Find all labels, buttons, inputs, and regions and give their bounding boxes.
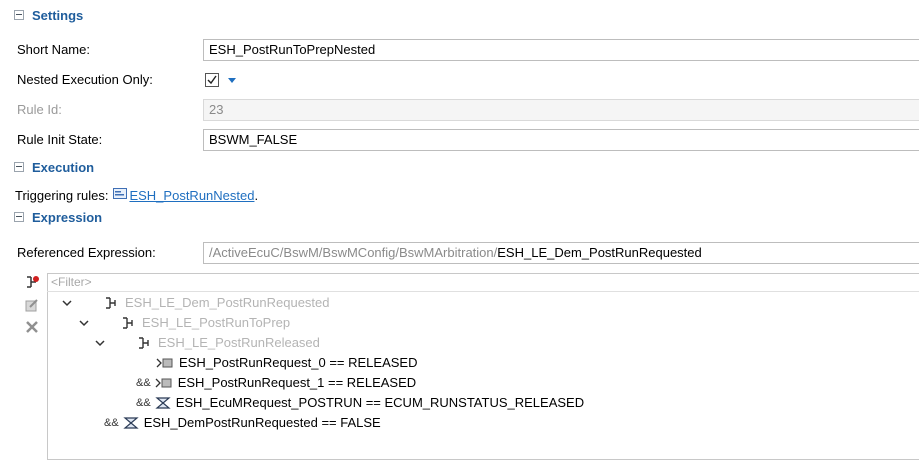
chevron-down-icon[interactable] <box>228 78 236 83</box>
rule-icon <box>113 186 128 206</box>
nested-execution-label: Nested Execution Only: <box>17 72 153 87</box>
tree-node[interactable]: ESH_LE_Dem_PostRunRequested <box>62 293 330 313</box>
settings-section-title: Settings <box>32 7 84 23</box>
tree-leaf-label: ESH_PostRunRequest_0 == RELEASED <box>179 355 418 370</box>
tree-node-label: ESH_LE_PostRunReleased <box>158 335 320 350</box>
chevron-down-icon <box>62 300 72 307</box>
delete-icon[interactable] <box>24 319 40 335</box>
chevron-down-icon <box>79 320 89 327</box>
short-name-field[interactable]: ESH_PostRunToPrepNested <box>203 39 919 61</box>
short-name-label: Short Name: <box>17 42 90 57</box>
ecum-condition-icon <box>155 397 171 409</box>
tree-leaf[interactable]: && ESH_EcuMRequest_POSTRUN == ECUM_RUNST… <box>136 393 584 413</box>
add-expression-icon[interactable] <box>24 274 40 290</box>
tree-leaf-label: ESH_PostRunRequest_1 == RELEASED <box>177 375 417 390</box>
rule-init-state-field[interactable]: BSWM_FALSE <box>203 129 919 151</box>
execution-section-title: Execution <box>32 159 95 175</box>
nested-execution-checkbox[interactable] <box>205 73 219 87</box>
tree-filter-input[interactable]: <Filter> <box>47 273 919 292</box>
tree-leaf[interactable]: ESH_PostRunRequest_0 == RELEASED <box>156 353 417 373</box>
tree-node-label: ESH_LE_PostRunToPrep <box>142 315 291 330</box>
mode-condition-icon <box>155 378 172 388</box>
collapse-icon[interactable] <box>14 212 24 222</box>
expression-section-title: Expression <box>32 209 103 225</box>
tree-leaf[interactable]: && ESH_DemPostRunRequested == FALSE <box>104 413 381 433</box>
tree-node[interactable]: ESH_LE_PostRunReleased <box>95 333 320 353</box>
reference-name: ESH_LE_Dem_PostRunRequested <box>497 245 702 260</box>
rule-id-field: 23 <box>203 99 919 121</box>
collapse-icon[interactable] <box>14 10 24 20</box>
logical-expression-icon <box>123 317 133 329</box>
and-operator: && <box>104 417 119 429</box>
mode-condition-icon <box>156 358 173 368</box>
edit-icon[interactable] <box>24 297 40 313</box>
reference-path: /ActiveEcuC/BswM/BswMConfig/BswMArbitrat… <box>209 245 498 260</box>
chevron-down-icon <box>95 340 105 347</box>
rule-id-label: Rule Id: <box>17 102 62 117</box>
tree-leaf-label: ESH_DemPostRunRequested == FALSE <box>143 415 381 430</box>
referenced-expression-field[interactable]: /ActiveEcuC/BswM/BswMConfig/BswMArbitrat… <box>203 242 919 264</box>
tree-node[interactable]: ESH_LE_PostRunToPrep <box>79 313 290 333</box>
triggering-rules-row: Triggering rules: ESH_PostRunNested . <box>15 186 258 206</box>
execution-section-header[interactable]: Execution <box>14 157 94 177</box>
triggering-rules-label: Triggering rules: <box>15 188 109 203</box>
settings-section-header[interactable]: Settings <box>14 5 83 25</box>
and-operator: && <box>136 377 151 389</box>
referenced-expression-label: Referenced Expression: <box>17 245 156 260</box>
and-operator: && <box>136 397 151 409</box>
ecum-condition-icon <box>123 417 139 429</box>
rule-init-state-label: Rule Init State: <box>17 132 103 147</box>
tree-leaf[interactable]: && ESH_PostRunRequest_1 == RELEASED <box>136 373 416 393</box>
collapse-icon[interactable] <box>14 162 24 172</box>
tree-leaf-label: ESH_EcuMRequest_POSTRUN == ECUM_RUNSTATU… <box>175 395 585 410</box>
tree-node-label: ESH_LE_Dem_PostRunRequested <box>125 295 330 310</box>
check-icon <box>207 75 217 85</box>
logical-expression-icon <box>139 337 149 349</box>
triggering-suffix: . <box>254 188 259 203</box>
triggering-rule-link[interactable]: ESH_PostRunNested <box>129 186 254 206</box>
logical-expression-icon <box>106 297 116 309</box>
expression-section-header[interactable]: Expression <box>14 207 102 227</box>
